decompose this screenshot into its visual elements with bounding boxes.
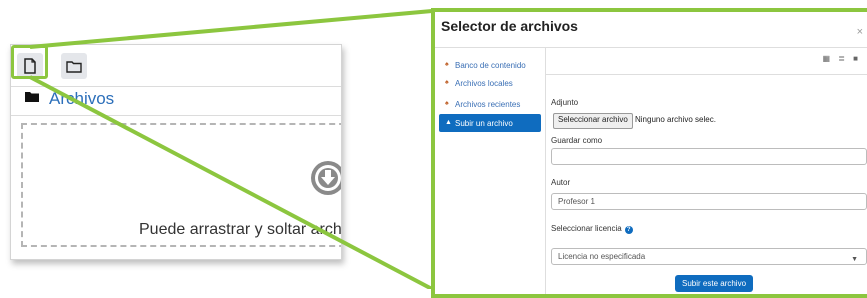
repo-item-recent-files[interactable]: ♠ Archivos recientes bbox=[439, 95, 541, 113]
repo-label: Archivos recientes bbox=[455, 99, 521, 109]
drop-zone[interactable]: Puede arrastrar y soltar archivos bbox=[21, 123, 342, 247]
file-picker-dialog: Selector de archivos × ♠ Banco de conten… bbox=[431, 8, 867, 298]
file-manager-panel: Archivos Puede arrastrar y soltar archiv… bbox=[10, 44, 342, 260]
save-as-input[interactable] bbox=[551, 148, 867, 165]
dialog-title: Selector de archivos bbox=[441, 18, 578, 34]
license-label-text: Seleccionar licencia bbox=[551, 224, 622, 233]
breadcrumb-files[interactable]: Archivos bbox=[49, 89, 114, 109]
upload-file-button[interactable]: Subir este archivo bbox=[675, 275, 754, 292]
create-folder-button[interactable] bbox=[61, 53, 87, 79]
repo-item-content-bank[interactable]: ♠ Banco de contenido bbox=[439, 56, 541, 74]
license-selected-value: Licencia no especificada bbox=[558, 252, 646, 261]
attachment-label: Adjunto bbox=[551, 98, 579, 107]
repository-icon: ♠ bbox=[445, 79, 449, 86]
repo-item-upload-file[interactable]: ▲ Subir un archivo bbox=[439, 114, 541, 132]
view-mode-icons[interactable]: ▦ ≣ ■ bbox=[822, 54, 861, 63]
save-as-label: Guardar como bbox=[551, 136, 603, 145]
upload-icon: ▲ bbox=[445, 119, 452, 126]
breadcrumb-divider bbox=[11, 115, 341, 116]
close-button[interactable]: × bbox=[857, 26, 863, 38]
highlight-box bbox=[11, 45, 48, 79]
folder-icon bbox=[25, 92, 39, 102]
drop-zone-text: Puede arrastrar y soltar archivos bbox=[139, 221, 342, 238]
view-toolbar: ▦ ≣ ■ bbox=[545, 48, 867, 75]
repository-icon: ♠ bbox=[445, 100, 449, 107]
toolbar-divider bbox=[11, 86, 341, 87]
folder-icon bbox=[66, 60, 82, 73]
repo-item-local-files[interactable]: ♠ Archivos locales bbox=[439, 74, 541, 92]
repo-label: Archivos locales bbox=[455, 78, 513, 88]
no-file-selected-text: Ninguno archivo selec. bbox=[635, 115, 716, 124]
author-label: Autor bbox=[551, 178, 571, 187]
repository-list: ♠ Banco de contenido ♠ Archivos locales … bbox=[435, 48, 546, 294]
help-icon[interactable]: ? bbox=[624, 226, 633, 234]
choose-file-button[interactable]: Seleccionar archivo bbox=[553, 113, 633, 129]
license-select[interactable]: Licencia no especificada ▼ bbox=[551, 248, 867, 265]
chevron-down-icon: ▼ bbox=[851, 256, 858, 263]
arrow-down-circle-icon bbox=[311, 161, 341, 195]
author-input[interactable]: Profesor 1 bbox=[551, 193, 867, 210]
license-label: Seleccionar licencia? bbox=[551, 224, 633, 234]
repository-icon: ♠ bbox=[445, 61, 449, 68]
repo-label: Subir un archivo bbox=[455, 118, 513, 128]
repo-label: Banco de contenido bbox=[455, 60, 526, 70]
